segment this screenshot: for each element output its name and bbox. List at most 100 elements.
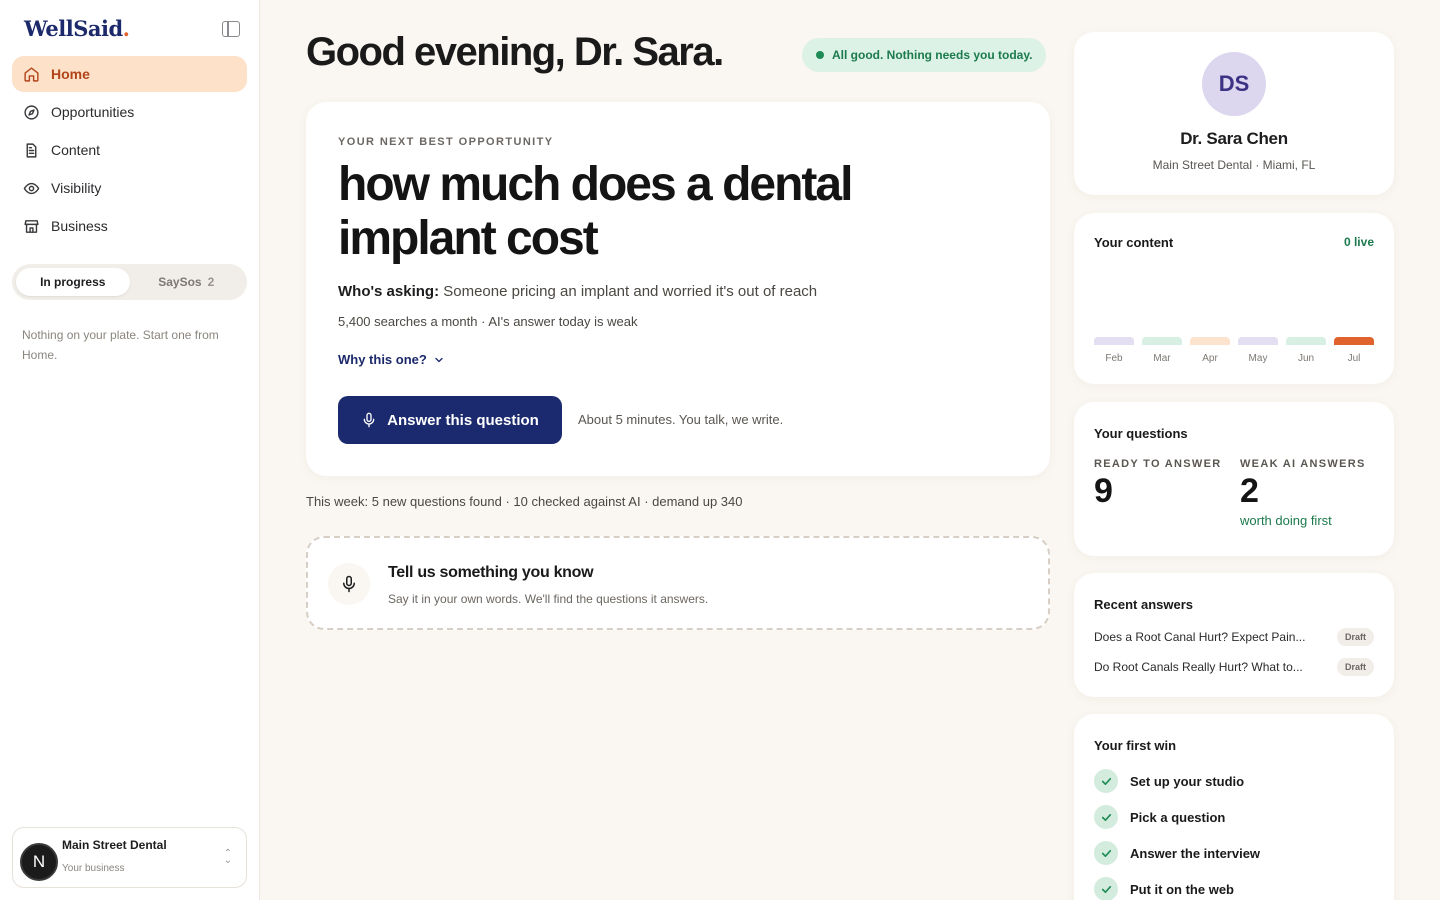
why-this-one-toggle[interactable]: Why this one?	[338, 352, 445, 367]
sidebar-nav: Home Opportunities Content Visibility Bu…	[12, 56, 247, 246]
check-icon	[1094, 877, 1118, 900]
month-bar: Jul	[1334, 337, 1374, 364]
opportunity-question: how much does a dental implant cost	[338, 158, 853, 265]
month-label: May	[1248, 353, 1268, 364]
sidebar-item-visibility[interactable]: Visibility	[12, 170, 247, 206]
month-label: Feb	[1105, 353, 1123, 364]
store-icon	[22, 217, 40, 235]
checklist-item[interactable]: Pick a question	[1094, 805, 1225, 829]
home-icon	[22, 65, 40, 83]
bar-fill	[1190, 337, 1230, 345]
month-label: Jul	[1347, 353, 1361, 364]
weak-ai-answers-stat[interactable]: WEAK AI ANSWERS 2 worth doing first	[1240, 458, 1366, 528]
tell-us-card[interactable]: Tell us something you know Say it in you…	[306, 536, 1050, 630]
tab-saysos[interactable]: SaySos 2	[130, 268, 244, 296]
business-name: Main Street Dental	[62, 838, 167, 852]
list-item[interactable]: Do Root Canals Really Hurt? What to... D…	[1094, 657, 1374, 677]
sidebar-item-label: Content	[51, 142, 101, 158]
chevron-updown-icon: ⌃ ⌄	[223, 848, 232, 866]
month-label: Mar	[1153, 353, 1171, 364]
bar-fill	[1286, 337, 1326, 345]
saysos-count-badge: 2	[207, 275, 215, 289]
questions-card: Your questions READY TO ANSWER 9 WEAK AI…	[1074, 402, 1394, 556]
who-asking: Who's asking: Someone pricing an implant…	[338, 283, 817, 300]
sidebar-item-label: Visibility	[51, 180, 102, 196]
first-win-card: Your first win Set up your studio Pick a…	[1074, 714, 1394, 900]
content-card: Your content 0 live Feb Mar Apr May Jun …	[1074, 213, 1394, 384]
stat-note: worth doing first	[1240, 513, 1332, 528]
tell-us-title: Tell us something you know	[388, 564, 594, 581]
cta-note: About 5 minutes. You talk, we write.	[578, 412, 784, 427]
card-title: Your questions	[1094, 426, 1188, 441]
profile-name: Dr. Sara Chen	[1180, 129, 1288, 148]
sidebar-item-label: Opportunities	[51, 104, 135, 120]
month-bar: Jun	[1286, 337, 1326, 364]
profile-card: DS Dr. Sara Chen Main Street Dental · Mi…	[1074, 32, 1394, 195]
sidebar-toggle-icon[interactable]	[222, 21, 240, 37]
business-switcher[interactable]: N Main Street Dental Your business ⌃ ⌄	[12, 827, 247, 888]
checklist-item[interactable]: Answer the interview	[1094, 841, 1260, 865]
avatar: N	[20, 843, 58, 881]
app-logo[interactable]: WellSaid.	[24, 16, 130, 41]
sidebar-item-content[interactable]: Content	[12, 132, 247, 168]
stat-value: 2	[1240, 472, 1259, 510]
card-title: Your first win	[1094, 738, 1177, 753]
compass-icon	[22, 103, 40, 121]
status-badge: All good. Nothing needs you today.	[802, 38, 1047, 72]
sidebar-item-label: Home	[51, 66, 90, 82]
answer-title: Do Root Canals Really Hurt? What to...	[1094, 660, 1303, 674]
check-icon	[1094, 769, 1118, 793]
list-item[interactable]: Does a Root Canal Hurt? Expect Pain... D…	[1094, 627, 1374, 647]
business-subtitle: Your business	[62, 863, 125, 874]
microphone-icon	[328, 563, 370, 605]
sidebar-item-home[interactable]: Home	[12, 56, 247, 92]
opportunity-stats: 5,400 searches a month · AI's answer tod…	[338, 314, 638, 329]
card-eyebrow: YOUR NEXT BEST OPPORTUNITY	[338, 136, 554, 148]
tab-in-progress[interactable]: In progress	[16, 268, 130, 296]
live-count: 0 live	[1343, 235, 1374, 249]
recent-answers-card: Recent answers Does a Root Canal Hurt? E…	[1074, 573, 1394, 697]
chevron-down-icon	[433, 354, 445, 366]
answer-title: Does a Root Canal Hurt? Expect Pain...	[1094, 630, 1306, 644]
checklist-item[interactable]: Put it on the web	[1094, 877, 1234, 900]
sidebar: WellSaid. Home Opportunities Content Vis…	[0, 0, 260, 900]
month-bar: May	[1238, 337, 1278, 364]
month-label: Apr	[1202, 353, 1218, 364]
checklist-item[interactable]: Set up your studio	[1094, 769, 1244, 793]
status-badge: Draft	[1336, 628, 1374, 646]
sidebar-item-label: Business	[51, 218, 108, 234]
answer-question-button[interactable]: Answer this question	[338, 396, 562, 444]
profile-location: Main Street Dental · Miami, FL	[1152, 158, 1316, 172]
card-title: Your content	[1094, 235, 1174, 250]
microphone-icon	[361, 412, 377, 428]
next-opportunity-card: YOUR NEXT BEST OPPORTUNITY how much does…	[306, 102, 1050, 476]
page-title: Good evening, Dr. Sara.	[306, 30, 724, 74]
card-title: Recent answers	[1094, 597, 1193, 612]
document-icon	[22, 141, 40, 159]
stat-label: READY TO ANSWER	[1094, 458, 1222, 470]
avatar: DS	[1202, 52, 1266, 116]
bar-fill	[1334, 337, 1374, 345]
tell-us-subtitle: Say it in your own words. We'll find the…	[388, 592, 709, 606]
month-bar: Apr	[1190, 337, 1230, 364]
bar-fill	[1094, 337, 1134, 345]
stat-value: 9	[1094, 472, 1113, 510]
sidebar-item-opportunities[interactable]: Opportunities	[12, 94, 247, 130]
sidebar-item-business[interactable]: Business	[12, 208, 247, 244]
weekly-summary: This week: 5 new questions found · 10 ch…	[306, 494, 743, 509]
check-icon	[1094, 841, 1118, 865]
empty-state-text: Nothing on your plate. Start one from Ho…	[22, 328, 219, 362]
stat-label: WEAK AI ANSWERS	[1240, 458, 1366, 470]
content-bar-chart: Feb Mar Apr May Jun Jul	[1094, 337, 1374, 364]
eye-icon	[22, 179, 40, 197]
check-icon	[1094, 805, 1118, 829]
month-bar: Mar	[1142, 337, 1182, 364]
who-asking-label: Who's asking:	[338, 283, 440, 300]
work-segmented-control: In progress SaySos 2	[12, 264, 247, 300]
ready-to-answer-stat[interactable]: READY TO ANSWER 9	[1094, 458, 1221, 511]
bar-fill	[1238, 337, 1278, 345]
who-asking-text: Someone pricing an implant and worried i…	[443, 283, 818, 300]
status-badge: Draft	[1336, 658, 1374, 676]
month-bar: Feb	[1094, 337, 1134, 364]
month-label: Jun	[1297, 353, 1315, 364]
